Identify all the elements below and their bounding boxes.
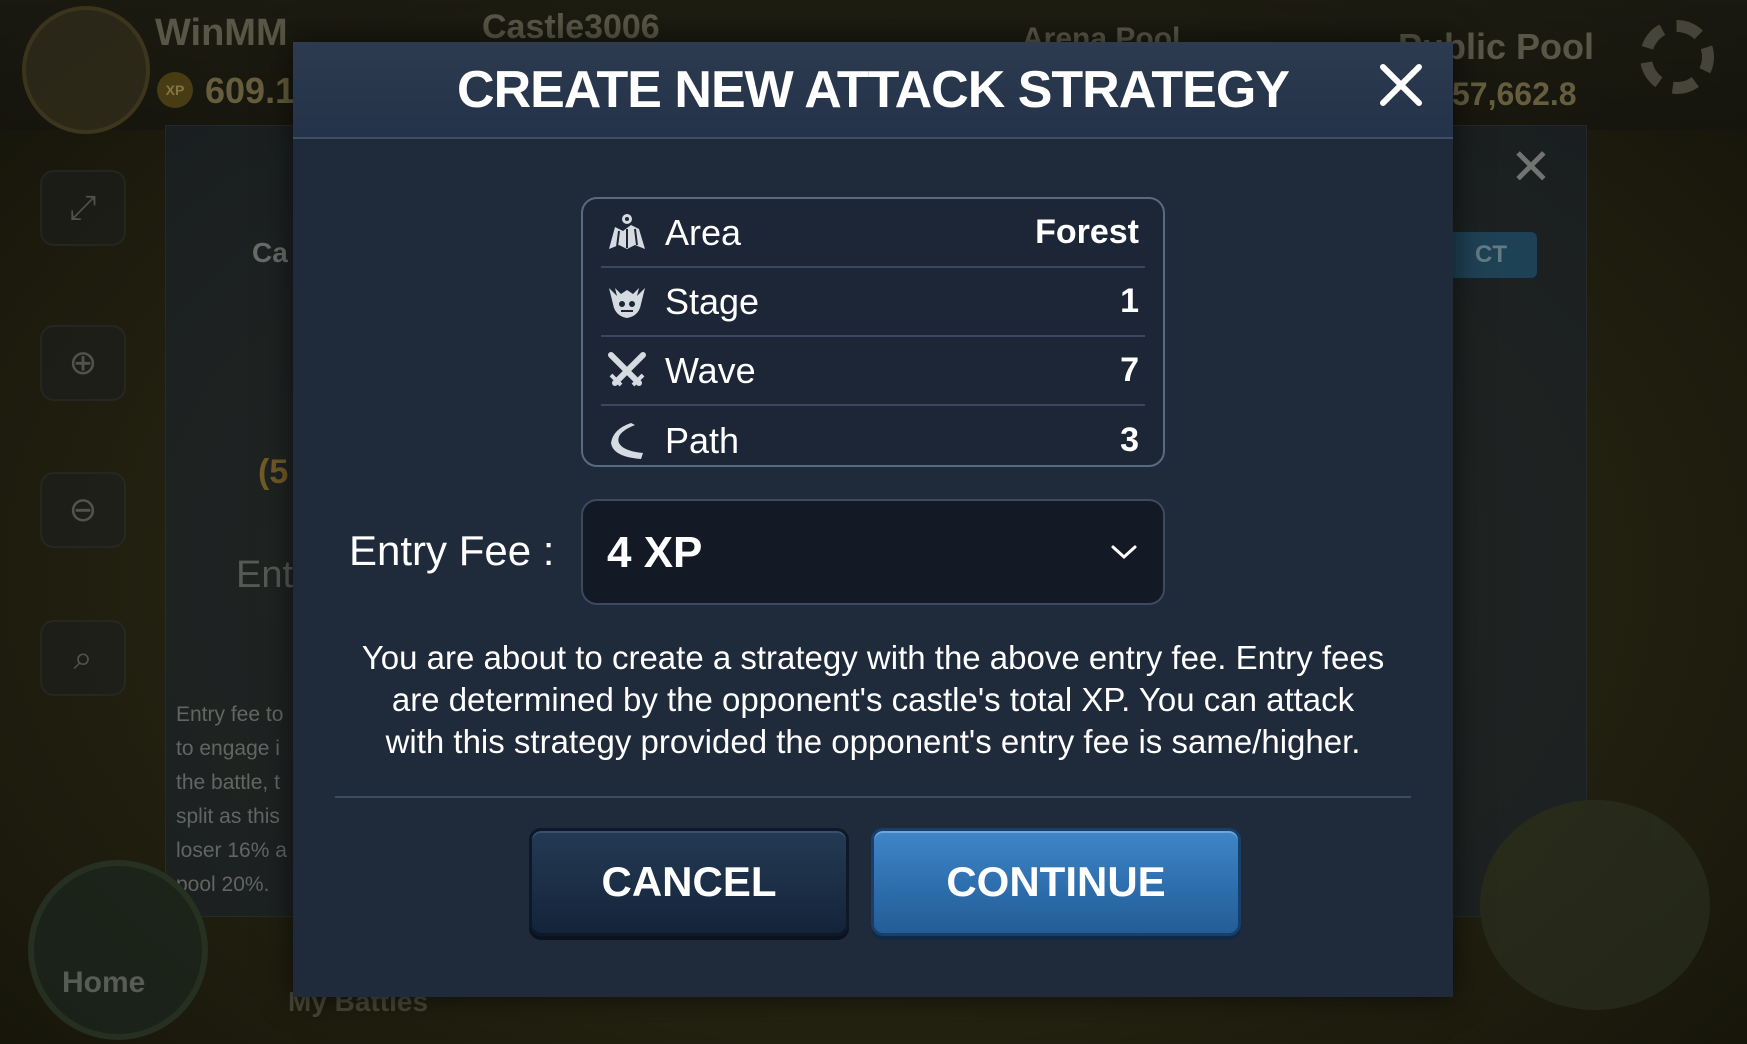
notice-line: with this strategy provided the opponent…	[385, 723, 1361, 760]
xp-icon: XP	[157, 72, 193, 108]
minimap[interactable]	[1480, 800, 1710, 1010]
detail-value: 7	[1120, 351, 1139, 389]
background-panel-heading: Ca	[252, 237, 288, 268]
zoom-in-icon[interactable]: ⊕	[40, 325, 126, 401]
close-icon[interactable]	[1373, 57, 1429, 113]
background-panel-text: split as this	[176, 805, 280, 828]
close-icon-glyph	[1380, 64, 1422, 106]
background-panel-text: Entry fee to	[176, 703, 284, 726]
monster-icon	[603, 278, 651, 326]
detail-label: Wave	[665, 349, 756, 391]
detail-label: Stage	[665, 280, 760, 322]
crossed-swords-icon	[603, 347, 651, 395]
detail-row-wave: Wave 7	[601, 337, 1145, 406]
player-name: WinMM	[155, 12, 288, 54]
home-label: Home	[62, 966, 146, 999]
zoom-out-icon[interactable]: ⊖	[40, 472, 126, 548]
entry-fee-notice: You are about to create a strategy with …	[333, 637, 1413, 763]
detail-row-path: Path 3	[601, 406, 1145, 465]
notice-line: You are about to create a strategy with …	[361, 639, 1385, 676]
background-panel-entry: Ent	[236, 554, 294, 596]
home-button[interactable]	[28, 860, 208, 1040]
detail-row-area: Area Forest	[601, 199, 1145, 268]
chevron-down-icon	[1111, 545, 1137, 560]
background-close-icon[interactable]: ✕	[1510, 138, 1552, 196]
entry-fee-dropdown[interactable]: 4 XP	[581, 499, 1165, 605]
detail-value: 1	[1120, 282, 1139, 320]
create-strategy-modal: CREATE NEW ATTACK STRATEGY Area Forest S…	[293, 42, 1453, 997]
cancel-button[interactable]: CANCEL	[529, 828, 849, 936]
detail-row-stage: Stage 1	[601, 268, 1145, 337]
fullscreen-icon[interactable]: ⤢	[40, 170, 126, 246]
detail-label: Path	[665, 419, 740, 461]
detail-value: 3	[1120, 421, 1139, 459]
player-avatar[interactable]	[22, 6, 150, 134]
notice-line: are determined by the opponent's castle'…	[391, 681, 1355, 718]
entry-fee-label: Entry Fee :	[349, 527, 555, 574]
modal-title: CREATE NEW ATTACK STRATEGY	[457, 60, 1290, 119]
background-select-button[interactable]: CT	[1445, 232, 1537, 278]
background-panel-text: loser 16% a	[176, 839, 287, 862]
background-panel-text: pool 20%.	[176, 873, 270, 896]
map-icon	[603, 209, 651, 257]
search-castle-icon[interactable]: ⌕	[40, 620, 126, 696]
background-panel-number: (5	[258, 453, 289, 491]
background-panel-text: the battle, t	[176, 771, 280, 794]
strategy-details-table: Area Forest Stage 1 Wave 7 Path 3	[581, 197, 1165, 467]
detail-label: Area	[665, 211, 742, 253]
settings-gear-icon[interactable]	[1640, 20, 1714, 94]
public-pool-value: 57,662.8	[1452, 76, 1577, 112]
path-icon	[603, 417, 651, 465]
continue-button[interactable]: CONTINUE	[871, 828, 1241, 936]
divider	[335, 796, 1411, 798]
entry-fee-value: 4 XP	[607, 528, 703, 577]
background-panel-text: to engage i	[176, 737, 280, 760]
player-xp: 609.1	[205, 70, 296, 111]
detail-value: Forest	[1035, 213, 1139, 251]
